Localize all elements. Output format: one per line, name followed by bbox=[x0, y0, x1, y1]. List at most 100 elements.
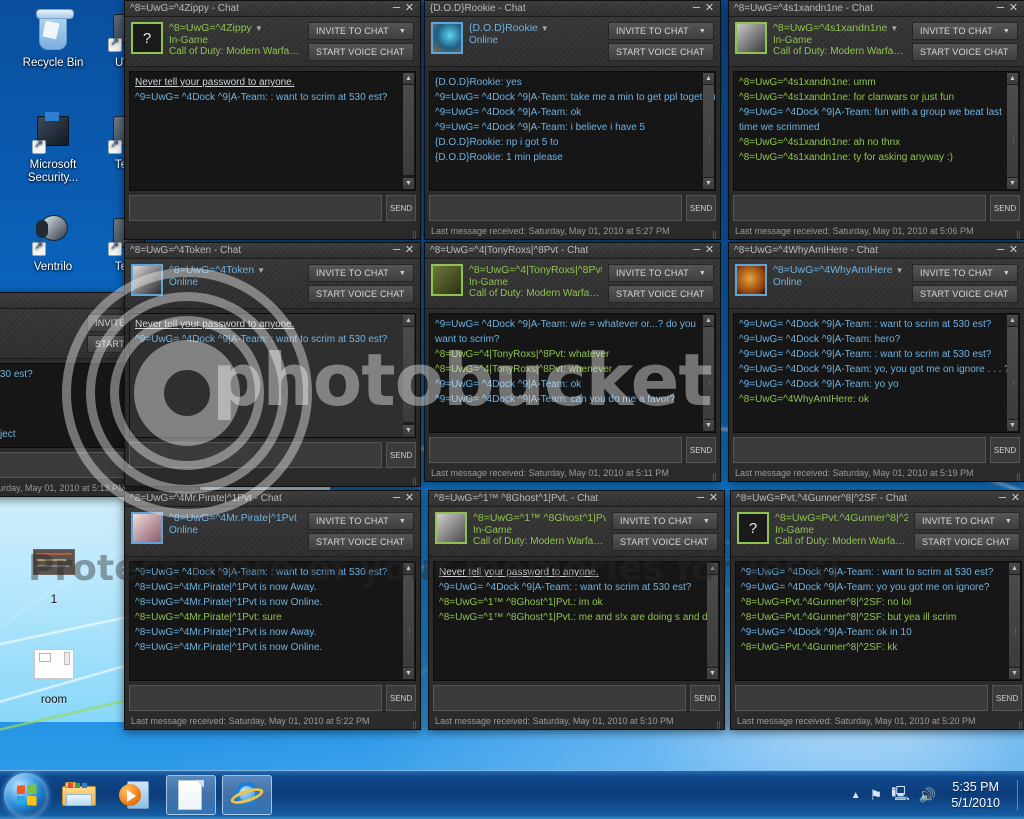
resize-grip-icon[interactable]: ⣿ bbox=[712, 232, 718, 239]
send-button[interactable]: SEND bbox=[990, 437, 1020, 463]
chat-scrollbar[interactable]: ▲ ⋮⋮ ▼ bbox=[1007, 315, 1019, 431]
start-voice-chat-button[interactable]: START VOICE CHAT bbox=[612, 533, 718, 551]
chat-window-token[interactable]: ^8=UwG=^4Token - Chat – ✕ ^8=UwG=^4Token… bbox=[124, 242, 421, 487]
send-button[interactable]: SEND bbox=[386, 685, 416, 711]
persona-name[interactable]: ^8=UwG=^4WhyAmIHere ▼ bbox=[773, 265, 906, 277]
persona-name[interactable]: ^8=UwG=^1™ ^8Ghost^1|Pvt.▼ bbox=[473, 513, 606, 525]
avatar[interactable] bbox=[131, 512, 163, 544]
message-input[interactable] bbox=[429, 437, 682, 463]
taskbar-button-document[interactable] bbox=[166, 775, 216, 815]
message-input[interactable] bbox=[733, 195, 986, 221]
chat-window-whyamihere[interactable]: ^8=UwG=^4WhyAmIHere - Chat – ✕ ^8=UwG=^4… bbox=[728, 242, 1024, 482]
persona-name[interactable]: ^8=UwG=^4|TonyRoxs|^8Pvt▼ bbox=[469, 265, 602, 277]
avatar[interactable] bbox=[131, 264, 163, 296]
start-voice-chat-button[interactable]: START VOICE CHAT bbox=[608, 285, 714, 303]
scrollbar-thumb[interactable] bbox=[1007, 327, 1018, 419]
chat-log[interactable]: ^9=UwG= ^4Dock ^9|A-Team: : want to scri… bbox=[735, 561, 1022, 681]
window-titlebar[interactable]: ^8=UwG=Pvt.^4Gunner^8|^2SF - Chat – ✕ bbox=[731, 491, 1024, 507]
scroll-down-icon[interactable]: ▼ bbox=[403, 668, 414, 679]
persona-name[interactable]: ^8=UwG=^4s1xandn1ne ▼ bbox=[773, 23, 906, 35]
resize-grip-icon[interactable]: ⣿ bbox=[412, 479, 418, 486]
scroll-up-icon[interactable]: ▲ bbox=[703, 73, 714, 84]
scroll-down-icon[interactable]: ▼ bbox=[403, 425, 414, 436]
action-center-flag-icon[interactable]: ⚑ bbox=[870, 787, 883, 804]
resize-grip-icon[interactable]: ⣿ bbox=[712, 474, 718, 481]
scroll-down-icon[interactable]: ▼ bbox=[1009, 668, 1020, 679]
chat-log[interactable]: ^8=UwG=^4s1xandn1ne: umm ^8=UwG=^4s1xand… bbox=[733, 71, 1020, 191]
window-titlebar[interactable]: ^8=UwG=^4|TonyRoxs|^8Pvt - Chat – ✕ bbox=[425, 243, 720, 259]
chat-scrollbar[interactable]: ▲ ⋮⋮ ▼ bbox=[1009, 563, 1021, 679]
invite-to-chat-button[interactable]: INVITE TO CHAT▼ bbox=[308, 22, 414, 40]
send-button[interactable]: SEND bbox=[990, 195, 1020, 221]
avatar[interactable] bbox=[431, 22, 463, 54]
start-voice-chat-button[interactable]: START VOICE CHAT bbox=[308, 43, 414, 61]
chat-log[interactable]: Never tell your password to anyone. ^9=U… bbox=[129, 71, 416, 191]
chat-scrollbar[interactable]: ▲ ⋮⋮ ▼ bbox=[403, 563, 415, 679]
chat-window-zippy[interactable]: ^8=UwG=^4Zippy - Chat – ✕ ? ^8=UwG=^4Zip… bbox=[124, 0, 421, 240]
close-button[interactable]: ✕ bbox=[403, 245, 416, 256]
minimize-button[interactable]: – bbox=[996, 491, 1009, 503]
send-button[interactable]: SEND bbox=[686, 437, 716, 463]
minimize-button[interactable]: – bbox=[994, 243, 1007, 255]
resize-grip-icon[interactable]: ⣿ bbox=[412, 232, 418, 239]
chat-log[interactable]: Never tell your password to anyone. ^9=U… bbox=[129, 313, 416, 438]
chat-window-s1xandn1ne[interactable]: ^8=UwG=^4s1xandn1ne - Chat – ✕ ^8=UwG=^4… bbox=[728, 0, 1024, 240]
message-input[interactable] bbox=[429, 195, 682, 221]
window-titlebar[interactable]: {D.O.D}Rookie - Chat – ✕ bbox=[425, 1, 720, 17]
invite-to-chat-button[interactable]: INVITE TO CHAT▼ bbox=[912, 22, 1018, 40]
start-voice-chat-button[interactable]: START VOICE CHAT bbox=[912, 43, 1018, 61]
show-desktop-button[interactable] bbox=[1017, 780, 1018, 810]
persona-name[interactable]: {D.O.D}Rookie ▼ bbox=[469, 23, 602, 35]
scroll-up-icon[interactable]: ▲ bbox=[403, 73, 414, 84]
chat-scrollbar[interactable]: ▲ ⋮⋮ ▼ bbox=[1007, 73, 1019, 189]
scrollbar-thumb[interactable] bbox=[1007, 85, 1018, 177]
chat-scrollbar[interactable]: ▲ ▼ bbox=[403, 73, 414, 189]
desktop-icon-room[interactable]: room bbox=[11, 645, 97, 707]
invite-to-chat-button[interactable]: INVITE TO CHAT▼ bbox=[612, 512, 718, 530]
chat-scrollbar[interactable]: ▲ ▼ bbox=[403, 315, 414, 436]
scrollbar-thumb[interactable] bbox=[403, 327, 414, 422]
invite-to-chat-button[interactable]: INVITE TO CHAT▼ bbox=[308, 512, 414, 530]
persona-name[interactable]: ^8=UwG=Pvt.^4Gunner^8|^2SF▼ bbox=[775, 513, 908, 525]
close-button[interactable]: ✕ bbox=[703, 245, 716, 256]
minimize-button[interactable]: – bbox=[994, 1, 1007, 13]
avatar[interactable] bbox=[435, 512, 467, 544]
scroll-up-icon[interactable]: ▲ bbox=[403, 563, 414, 574]
resize-grip-icon[interactable]: ⣿ bbox=[1016, 232, 1022, 239]
close-button[interactable]: ✕ bbox=[1007, 245, 1020, 256]
scroll-down-icon[interactable]: ▼ bbox=[403, 178, 414, 189]
scroll-down-icon[interactable]: ▼ bbox=[703, 420, 714, 431]
window-titlebar[interactable]: ^8=UwG=^1™ ^8Ghost^1|Pvt. - Chat – ✕ bbox=[429, 491, 724, 507]
desktop-icon-ventrilo[interactable]: Ventrilo bbox=[10, 212, 96, 274]
chat-window-mrpirate[interactable]: ^8=UwG=^4Mr.Pirate|^1Pvt - Chat – ✕ ^8=U… bbox=[124, 490, 421, 730]
chat-log[interactable]: Never tell your password to anyone. ^9=U… bbox=[433, 561, 720, 681]
send-button[interactable]: SEND bbox=[992, 685, 1022, 711]
minimize-button[interactable]: – bbox=[390, 491, 403, 503]
start-voice-chat-button[interactable]: START VOICE CHAT bbox=[308, 533, 414, 551]
scrollbar-thumb[interactable] bbox=[1009, 575, 1020, 667]
chat-log[interactable]: {D.O.D}Rookie: yes ^9=UwG= ^4Dock ^9|A-T… bbox=[429, 71, 716, 191]
message-input[interactable] bbox=[733, 437, 986, 463]
window-titlebar[interactable]: ^8=UwG=^4WhyAmIHere - Chat – ✕ bbox=[729, 243, 1024, 259]
network-icon[interactable]: 🖳 bbox=[891, 783, 910, 807]
scroll-up-icon[interactable]: ▲ bbox=[703, 315, 714, 326]
taskbar-clock[interactable]: 5:35 PM 5/1/2010 bbox=[945, 779, 1008, 811]
chat-window-ghost[interactable]: ^8=UwG=^1™ ^8Ghost^1|Pvt. - Chat – ✕ ^8=… bbox=[428, 490, 725, 730]
windows-taskbar[interactable]: ▲ ⚑ 🖳 🔊 5:35 PM 5/1/2010 bbox=[0, 770, 1024, 819]
minimize-button[interactable]: – bbox=[690, 243, 703, 255]
close-button[interactable]: ✕ bbox=[1009, 493, 1022, 504]
system-tray[interactable]: ▲ ⚑ 🖳 🔊 5:35 PM 5/1/2010 bbox=[851, 779, 1024, 811]
minimize-button[interactable]: – bbox=[390, 243, 403, 255]
scroll-up-icon[interactable]: ▲ bbox=[707, 563, 718, 574]
desktop-icon-microsoft-security[interactable]: Microsoft Security... bbox=[10, 110, 96, 185]
show-hidden-icons-button[interactable]: ▲ bbox=[851, 790, 861, 801]
scroll-down-icon[interactable]: ▼ bbox=[703, 178, 714, 189]
desktop-icon-recycle-bin[interactable]: Recycle Bin bbox=[10, 8, 96, 70]
persona-name[interactable]: Blitz▼ bbox=[0, 315, 81, 327]
send-button[interactable]: SEND bbox=[386, 195, 416, 221]
chat-log[interactable]: ^9=UwG= ^4Dock ^9|A-Team: w/e = whatever… bbox=[429, 313, 716, 433]
chat-log[interactable]: ^9=UwG= ^4Dock ^9|A-Team: : want to scri… bbox=[733, 313, 1020, 433]
scrollbar-thumb[interactable] bbox=[403, 575, 414, 667]
resize-grip-icon[interactable]: ⣿ bbox=[1018, 722, 1024, 729]
invite-to-chat-button[interactable]: INVITE TO CHAT▼ bbox=[308, 264, 414, 282]
